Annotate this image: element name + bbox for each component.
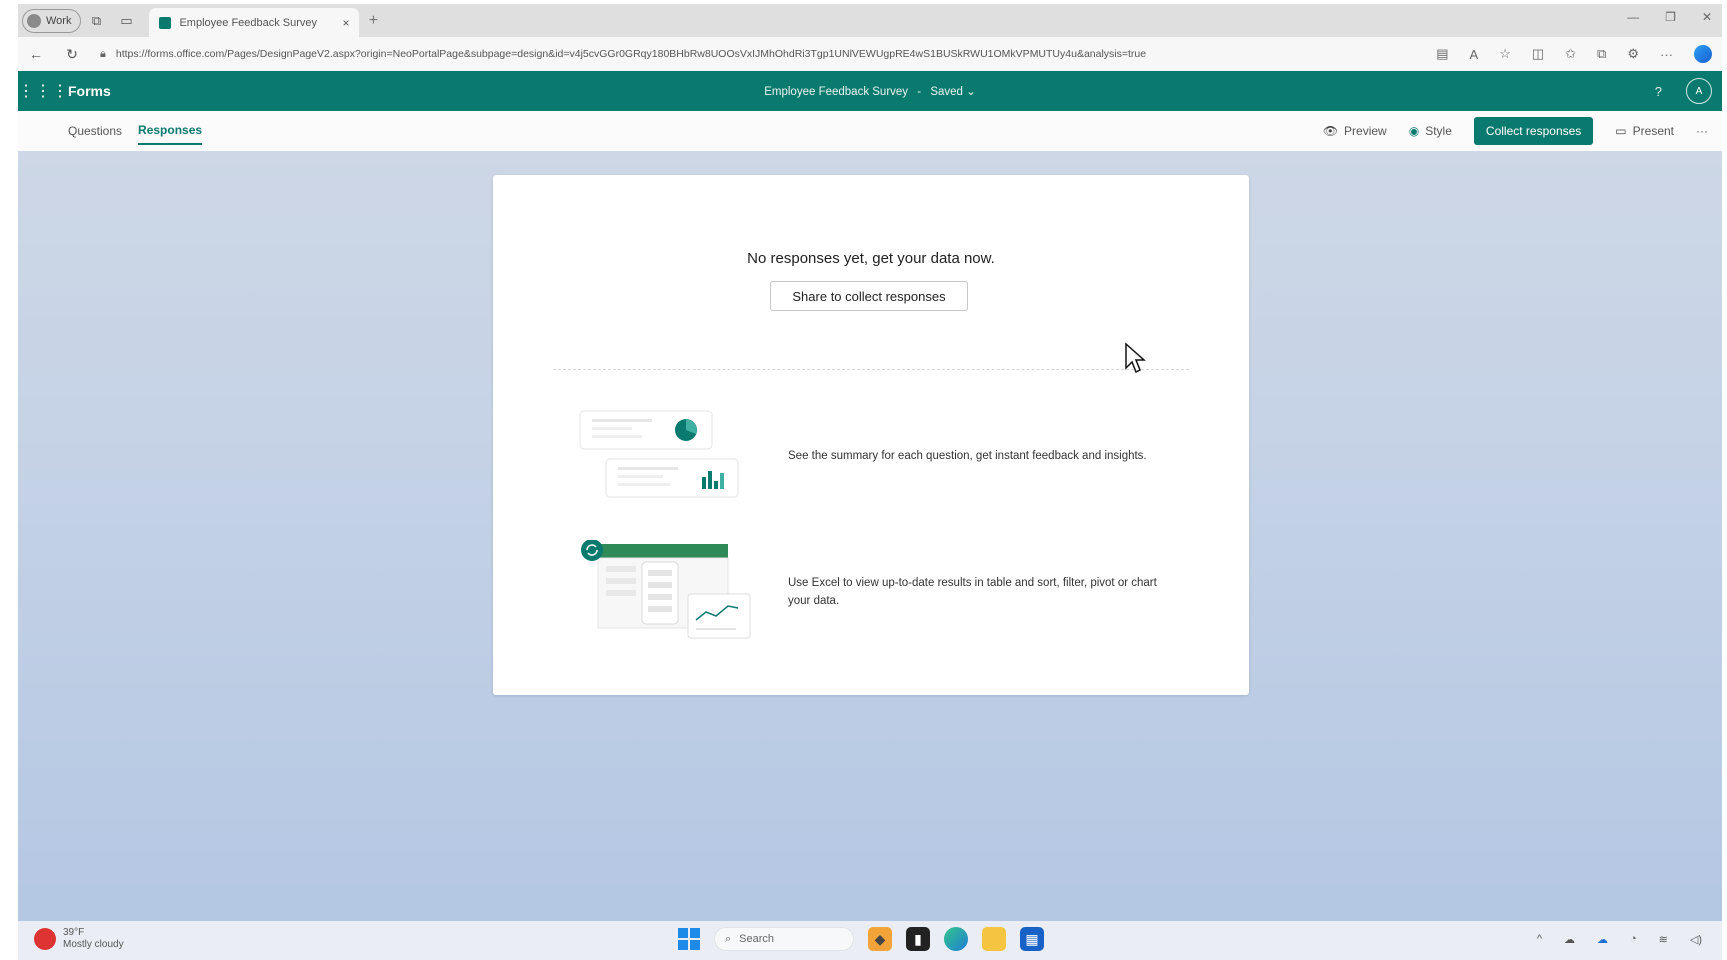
collect-responses-button[interactable]: Collect responses: [1473, 117, 1594, 145]
refresh-icon[interactable]: ↻: [54, 46, 90, 63]
new-tab-button[interactable]: +: [359, 12, 387, 30]
present-label: Present: [1632, 124, 1674, 138]
divider: [553, 369, 1189, 370]
form-title: Employee Feedback Survey: [764, 86, 909, 98]
tab-responses[interactable]: Responses: [138, 117, 203, 145]
title-separator: -: [917, 86, 922, 98]
workspaces-icon[interactable]: ⧉: [81, 13, 111, 29]
onedrive-icon[interactable]: ☁: [1564, 933, 1575, 946]
weather-widget[interactable]: 39°F Mostly cloudy: [34, 927, 124, 951]
eye-icon: 👁︎: [1322, 124, 1339, 138]
empty-state-message: No responses yet, get your data now.: [747, 250, 995, 267]
terminal-app-icon[interactable]: ▮: [906, 927, 930, 951]
collections-icon[interactable]: ⧉: [1597, 46, 1606, 62]
search-icon: ⌕: [725, 932, 732, 945]
volume-icon[interactable]: ◁): [1690, 933, 1702, 946]
palette-icon: ◉: [1408, 124, 1420, 138]
close-window-icon[interactable]: ✕: [1702, 10, 1712, 24]
document-title[interactable]: Employee Feedback Survey - Saved ⌄: [18, 84, 1722, 98]
tab-questions[interactable]: Questions: [68, 118, 122, 144]
close-tab-icon[interactable]: ×: [342, 16, 349, 30]
more-menu-icon[interactable]: ···: [1660, 47, 1673, 62]
tab-actions-icon[interactable]: ▭: [111, 13, 141, 29]
preview-label: Preview: [1344, 124, 1387, 138]
file-explorer-icon[interactable]: [982, 927, 1006, 951]
forms-favicon-icon: [159, 16, 172, 29]
feature-excel-text: Use Excel to view up-to-date results in …: [788, 577, 1157, 607]
style-button[interactable]: ◉ Style: [1409, 124, 1452, 138]
feature-excel: Use Excel to view up-to-date results in …: [578, 540, 1198, 650]
preview-button[interactable]: 👁︎ Preview: [1323, 124, 1387, 138]
toolbar-actions: 👁︎ Preview ◉ Style Collect responses ▭ P…: [1323, 117, 1722, 145]
tab-title: Employee Feedback Survey: [179, 16, 318, 29]
screen: Work ⧉ ▭ Employee Feedback Survey × + — …: [18, 4, 1722, 960]
wifi-icon[interactable]: ≋: [1659, 933, 1668, 946]
feature-summary: See the summary for each question, get i…: [578, 407, 1198, 517]
search-placeholder: Search: [739, 933, 775, 945]
browser-toolbar-icons: ▤ A ☆ ◫ ✩ ⧉ ⚙ ···: [1436, 45, 1722, 63]
weather-desc: Mostly cloudy: [63, 939, 124, 950]
weather-alert-icon: [34, 928, 56, 950]
weather-temp: 39°F: [63, 927, 85, 938]
excel-illustration-icon: [581, 540, 751, 639]
windows-start-icon[interactable]: [678, 928, 700, 950]
share-to-collect-button[interactable]: Share to collect responses: [770, 281, 968, 311]
read-aloud-icon[interactable]: A: [1470, 47, 1479, 62]
back-icon[interactable]: ←: [18, 46, 54, 62]
browser-tab-strip: Work ⧉ ▭ Employee Feedback Survey × + — …: [18, 4, 1722, 37]
reader-view-icon[interactable]: ▤: [1436, 46, 1448, 62]
favorites-icon[interactable]: ✩: [1565, 46, 1576, 62]
split-screen-icon[interactable]: ◫: [1532, 46, 1544, 62]
browser-tab-active[interactable]: Employee Feedback Survey ×: [149, 8, 360, 37]
form-toolbar: Questions Responses 👁︎ Preview ◉ Style C…: [18, 111, 1722, 151]
edge-browser-icon[interactable]: [944, 927, 968, 951]
taskbar-apps: ⌕ Search ◆ ▮ ▦: [678, 927, 1044, 951]
forms-app-bar: ⋮⋮⋮ Forms Employee Feedback Survey - Sav…: [18, 71, 1722, 111]
mouse-pointer-icon: [1125, 342, 1146, 374]
style-label: Style: [1425, 124, 1452, 138]
tray-overflow-icon[interactable]: ^: [1537, 933, 1542, 946]
summary-illustration-icon: [579, 410, 739, 498]
windows-taskbar: 39°F Mostly cloudy ⌕ Search ◆ ▮ ▦ ^ ☁ ☁ …: [18, 921, 1722, 960]
copilot-icon[interactable]: [1694, 45, 1712, 63]
monitor-icon: ▭: [1615, 124, 1627, 138]
minimize-icon[interactable]: —: [1627, 10, 1639, 24]
taskbar-search[interactable]: ⌕ Search: [714, 927, 854, 951]
present-button[interactable]: ▭ Present: [1615, 124, 1674, 138]
system-tray: ^ ☁ ☁ ◔ ≋ ◁): [1537, 933, 1702, 946]
browser-navbar: ← ↻ 🔒︎ https://forms.office.com/Pages/De…: [18, 37, 1722, 71]
widgets-app-icon[interactable]: ◆: [868, 927, 892, 951]
extensions-icon[interactable]: ⚙: [1627, 46, 1639, 62]
store-app-icon[interactable]: ▦: [1020, 927, 1044, 951]
more-options-icon[interactable]: ···: [1696, 124, 1708, 138]
chevron-down-icon[interactable]: ⌄: [966, 86, 976, 98]
address-bar[interactable]: 🔒︎ https://forms.office.com/Pages/Design…: [100, 42, 1326, 66]
window-controls: — ❐ ✕: [1627, 10, 1712, 24]
profile-label: Work: [46, 14, 72, 27]
profile-icon: [27, 13, 41, 28]
feature-summary-text: See the summary for each question, get i…: [788, 450, 1147, 462]
restore-icon[interactable]: ❐: [1665, 10, 1676, 24]
empty-responses-card: No responses yet, get your data now. Sha…: [493, 175, 1249, 695]
network-icon[interactable]: ◔: [1630, 933, 1637, 946]
lock-icon: 🔒︎: [100, 47, 106, 60]
cloud-icon[interactable]: ☁: [1597, 933, 1608, 946]
save-status: Saved: [930, 86, 963, 98]
favorite-star-icon[interactable]: ☆: [1499, 46, 1511, 62]
profile-button[interactable]: Work: [22, 8, 82, 33]
responses-canvas: No responses yet, get your data now. Sha…: [18, 151, 1722, 921]
url-text: https://forms.office.com/Pages/DesignPag…: [115, 48, 1147, 60]
